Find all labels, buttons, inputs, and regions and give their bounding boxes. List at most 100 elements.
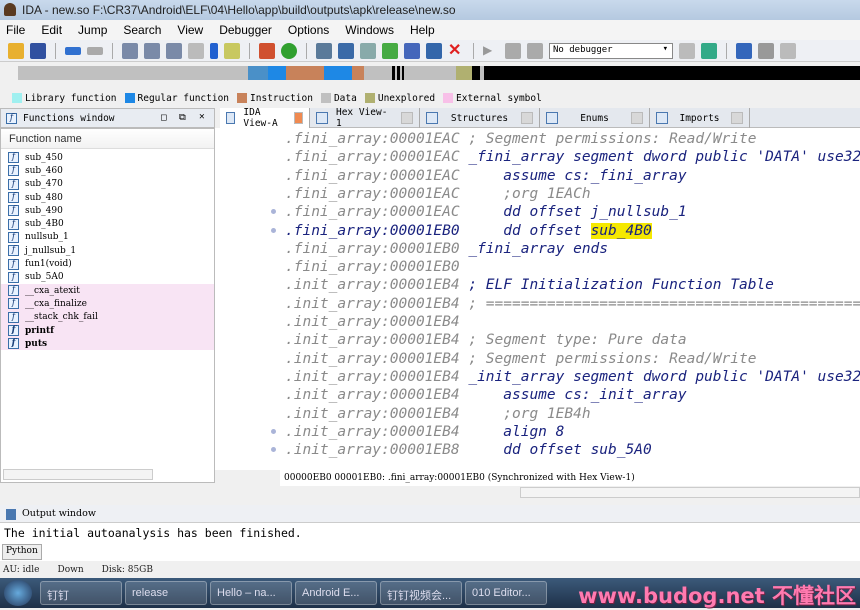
disasm-line[interactable]: .fini_array:00001EAC dd offset j_nullsub… bbox=[285, 203, 687, 221]
graph-icon[interactable] bbox=[259, 42, 275, 59]
column-header-function-name[interactable]: Function name bbox=[1, 129, 214, 149]
function-row[interactable]: f j_nullsub_1 bbox=[1, 244, 214, 257]
menu-help[interactable]: Help bbox=[410, 23, 435, 40]
disasm-line[interactable]: .init_array:00001EB4 ; Segment permissio… bbox=[285, 350, 756, 368]
offset-icon[interactable] bbox=[404, 42, 420, 59]
taskbar-item[interactable]: Hello – na... bbox=[210, 581, 292, 605]
function-row[interactable]: f sub_450 bbox=[1, 151, 214, 164]
remove-breakpoint-icon[interactable] bbox=[780, 42, 796, 59]
tab-close-icon[interactable] bbox=[293, 112, 304, 124]
add-breakpoint-icon[interactable] bbox=[758, 42, 774, 59]
immediate-search-icon[interactable] bbox=[166, 42, 182, 59]
disasm-line[interactable]: .fini_array:00001EB0 _fini_array ends bbox=[285, 240, 608, 258]
array-icon[interactable] bbox=[382, 42, 398, 59]
menu-file[interactable]: File bbox=[6, 23, 25, 40]
binary-search-icon[interactable] bbox=[122, 42, 138, 59]
menu-debugger[interactable]: Debugger bbox=[219, 23, 272, 40]
script-icon[interactable] bbox=[224, 42, 240, 59]
disasm-line[interactable]: .init_array:00001EB4 _init_array segment… bbox=[285, 368, 860, 386]
function-row[interactable]: f sub_490 bbox=[1, 204, 214, 217]
breakpoint-marker[interactable] bbox=[271, 447, 276, 453]
function-row[interactable]: f sub_4B0 bbox=[1, 217, 214, 230]
functions-hscroll[interactable] bbox=[3, 469, 153, 480]
function-row[interactable]: f puts bbox=[1, 337, 214, 351]
disasm-line[interactable]: .init_array:00001EB4 ; =================… bbox=[285, 295, 860, 313]
taskbar-item[interactable]: release bbox=[125, 581, 207, 605]
tab-close-icon[interactable] bbox=[520, 112, 533, 124]
function-row[interactable]: f __cxa_atexit bbox=[1, 283, 214, 298]
disasm-line[interactable]: .fini_array:00001EAC assume cs:_fini_arr… bbox=[285, 167, 687, 185]
taskbar-item[interactable]: 钉钉视频会... bbox=[380, 581, 462, 605]
menu-view[interactable]: View bbox=[177, 23, 203, 40]
breakpoint-marker[interactable] bbox=[271, 209, 276, 215]
disasm-line[interactable]: .fini_array:00001EB0 dd offset sub_4B0 bbox=[285, 222, 652, 240]
tab-structures[interactable]: Structures bbox=[420, 108, 540, 128]
restore-icon[interactable]: ⧉ bbox=[179, 112, 186, 123]
function-row[interactable]: f sub_5A0 bbox=[1, 271, 214, 284]
function-row[interactable]: f sub_470 bbox=[1, 178, 214, 191]
jump-down-icon[interactable] bbox=[210, 42, 218, 59]
disasm-line[interactable]: .fini_array:00001EAC ;org 1EACh bbox=[285, 185, 591, 203]
menu-jump[interactable]: Jump bbox=[78, 23, 107, 40]
disasm-line[interactable]: .init_array:00001EB4 bbox=[285, 313, 460, 331]
taskbar-item[interactable]: 钉钉 bbox=[40, 581, 122, 605]
debugger-select[interactable]: No debugger bbox=[549, 42, 673, 59]
forward-icon[interactable] bbox=[87, 46, 103, 55]
string-icon[interactable] bbox=[360, 42, 376, 59]
function-row[interactable]: f printf bbox=[1, 323, 214, 338]
attach-icon[interactable] bbox=[679, 42, 695, 59]
disasm-hscroll[interactable] bbox=[520, 487, 860, 498]
start-button[interactable] bbox=[4, 580, 32, 606]
tab-imports[interactable]: Imports bbox=[650, 108, 750, 128]
disasm-line[interactable]: .fini_array:00001EAC _fini_array segment… bbox=[285, 148, 860, 166]
play-icon[interactable]: ▶ bbox=[483, 43, 499, 59]
highlighted-name[interactable]: sub_4B0 bbox=[590, 222, 652, 239]
breakpoint-marker[interactable] bbox=[271, 227, 276, 233]
disassembly-view[interactable]: .fini_array:00001EAC ; Segment permissio… bbox=[215, 128, 860, 470]
tab-close-icon[interactable] bbox=[401, 112, 413, 124]
stop-icon[interactable] bbox=[527, 42, 543, 59]
data-icon[interactable] bbox=[338, 42, 354, 59]
function-row[interactable]: f sub_480 bbox=[1, 191, 214, 204]
function-row[interactable]: f nullsub_1 bbox=[1, 231, 214, 244]
taskbar-item[interactable]: 010 Editor... bbox=[465, 581, 547, 605]
maximize-icon[interactable]: □ bbox=[161, 112, 167, 123]
save-icon[interactable] bbox=[30, 42, 46, 59]
tab-ida-view-a[interactable]: IDA View-A bbox=[220, 107, 310, 129]
back-icon[interactable] bbox=[65, 46, 81, 55]
breakpoint-marker[interactable] bbox=[271, 428, 276, 434]
tab-hex-view-1[interactable]: Hex View-1 bbox=[310, 107, 420, 129]
pause-icon[interactable] bbox=[505, 42, 521, 59]
disasm-line[interactable]: .init_array:00001EB4 ; Segment type: Pur… bbox=[285, 331, 687, 349]
green-circle-icon[interactable] bbox=[281, 42, 297, 59]
function-row[interactable]: f sub_460 bbox=[1, 164, 214, 177]
function-row[interactable]: f fun1(void) bbox=[1, 257, 214, 270]
menu-search[interactable]: Search bbox=[123, 23, 161, 40]
disasm-line[interactable]: .init_array:00001EB4 ;org 1EB4h bbox=[285, 405, 591, 423]
disasm-line[interactable]: .init_array:00001EB8 dd offset sub_5A0 bbox=[285, 441, 652, 459]
undefine-icon[interactable]: ✕ bbox=[448, 42, 464, 59]
menu-edit[interactable]: Edit bbox=[41, 23, 62, 40]
print-icon[interactable] bbox=[188, 42, 204, 59]
menu-options[interactable]: Options bbox=[288, 23, 329, 40]
disasm-line[interactable]: .init_array:00001EB4 align 8 bbox=[285, 423, 564, 441]
code-icon[interactable] bbox=[316, 42, 332, 59]
menu-windows[interactable]: Windows bbox=[345, 23, 394, 40]
function-row[interactable]: f __cxa_finalize bbox=[1, 297, 214, 311]
struct-icon[interactable] bbox=[426, 42, 442, 59]
breakpoints-icon[interactable] bbox=[736, 42, 752, 59]
tab-enums[interactable]: Enums bbox=[540, 108, 650, 128]
close-icon[interactable]: ✕ bbox=[199, 111, 205, 122]
tab-close-icon[interactable] bbox=[630, 112, 643, 124]
disasm-line[interactable]: .fini_array:00001EAC ; Segment permissio… bbox=[285, 130, 756, 148]
disasm-line[interactable]: .init_array:00001EB4 assume cs:_init_arr… bbox=[285, 386, 687, 404]
function-row[interactable]: f __stack_chk_fail bbox=[1, 310, 214, 324]
python-button[interactable]: Python bbox=[2, 544, 42, 560]
detach-icon[interactable] bbox=[701, 42, 717, 59]
taskbar-item[interactable]: Android E... bbox=[295, 581, 377, 605]
open-icon[interactable] bbox=[8, 42, 24, 59]
disasm-line[interactable]: .fini_array:00001EB0 bbox=[285, 258, 460, 276]
disasm-line[interactable]: .init_array:00001EB4 ; ELF Initializatio… bbox=[285, 276, 774, 294]
text-search-icon[interactable] bbox=[144, 42, 160, 59]
navigation-band[interactable] bbox=[18, 66, 860, 80]
